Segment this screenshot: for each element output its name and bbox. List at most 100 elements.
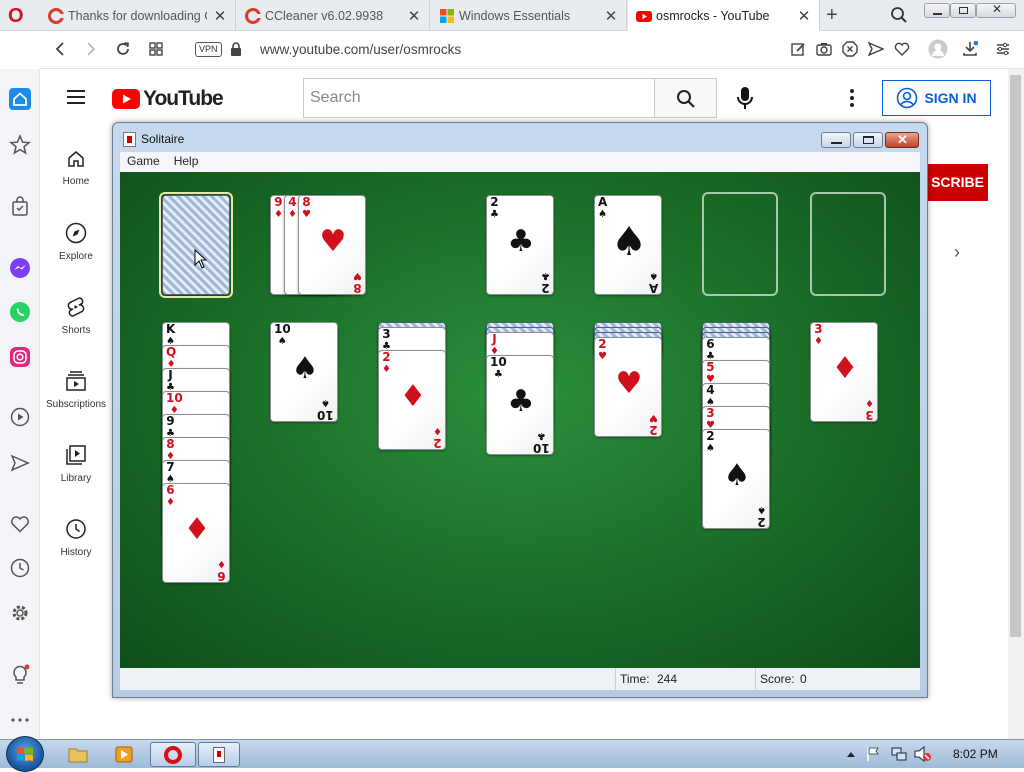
tableau-card[interactable]: 10 ♣ ♣ 10 ♣ bbox=[486, 355, 554, 455]
show-hidden-icons-icon[interactable] bbox=[846, 750, 856, 758]
close-tab-icon[interactable]: ✕ bbox=[213, 7, 227, 25]
ad-block-icon[interactable] bbox=[842, 41, 858, 57]
hamburger-menu-icon[interactable] bbox=[66, 88, 86, 106]
waste-card[interactable]: 8 ♥ ♥ 8 ♥ bbox=[298, 195, 366, 295]
lock-icon[interactable] bbox=[230, 42, 242, 57]
library-icon bbox=[66, 445, 86, 465]
tableau-card[interactable]: 2 ♠ ♠ 2 ♠ bbox=[702, 429, 770, 529]
home-icon bbox=[68, 151, 84, 167]
taskbar-solitaire[interactable] bbox=[198, 742, 240, 767]
subscribe-button[interactable]: SCRIBE bbox=[920, 164, 988, 201]
tab-windows-essentials[interactable]: Windows Essentials ✕ bbox=[431, 0, 627, 31]
reload-icon[interactable] bbox=[115, 41, 131, 57]
minimize-button[interactable] bbox=[821, 132, 851, 148]
send-icon[interactable] bbox=[868, 41, 884, 57]
close-tab-icon[interactable]: ✕ bbox=[797, 7, 811, 25]
download-icon[interactable] bbox=[962, 41, 978, 57]
opera-logo-icon[interactable]: O bbox=[8, 6, 30, 26]
maximize-button[interactable] bbox=[950, 3, 976, 18]
close-button[interactable]: ✕ bbox=[885, 132, 919, 148]
send-icon[interactable] bbox=[9, 452, 31, 474]
settings-gear-icon[interactable] bbox=[9, 602, 31, 624]
vpn-badge[interactable]: VPN bbox=[195, 42, 222, 57]
minimize-button[interactable] bbox=[924, 3, 950, 18]
foundation-empty-slot[interactable] bbox=[702, 192, 778, 296]
sign-in-button[interactable]: SIGN IN bbox=[882, 80, 991, 116]
speed-dial-icon[interactable] bbox=[148, 41, 164, 57]
youtube-logo[interactable]: YouTube bbox=[112, 87, 224, 111]
tableau-card[interactable]: 10 ♠ ♠ 10 ♠ bbox=[270, 322, 338, 422]
profile-avatar-icon[interactable] bbox=[928, 39, 948, 59]
tab-search-icon[interactable] bbox=[890, 6, 908, 24]
scrollbar-thumb[interactable] bbox=[1010, 75, 1021, 637]
foundation-card[interactable]: A ♠ ♠ A ♠ bbox=[594, 195, 662, 295]
tableau-card[interactable]: 6 ♦ ♦ 6 ♦ bbox=[162, 483, 230, 583]
card-corner-label: 2 ♣ bbox=[541, 270, 550, 295]
menu-help[interactable]: Help bbox=[167, 152, 206, 168]
microphone-icon[interactable] bbox=[736, 86, 754, 110]
foundation-empty-slot[interactable] bbox=[810, 192, 886, 296]
compass-icon bbox=[65, 222, 87, 244]
nav-subscriptions[interactable]: Subscriptions bbox=[40, 370, 112, 410]
url-text[interactable]: www.youtube.com/user/osmrocks bbox=[260, 42, 461, 57]
search-button[interactable] bbox=[654, 78, 717, 118]
game-table: 9 ♦ 4 ♦ 8 ♥ ♥ 8 ♥ 2 ♣ ♣ 2 ♣ A ♠ ♠ A ♠ K ♠ Q ♦ J ♣ 10 ♦ 9 ♣ 8 ♦ 7 ♠ 6 ♦ ♦ 6 ♦ 1… bbox=[120, 172, 920, 668]
easy-setup-icon[interactable] bbox=[995, 41, 1011, 57]
time-value: 244 bbox=[657, 672, 678, 686]
messenger-icon[interactable] bbox=[9, 257, 31, 279]
tab-ccleaner[interactable]: CCleaner v6.02.9938 ✕ bbox=[237, 0, 430, 31]
card-corner-label: 2 ♠ bbox=[706, 429, 715, 454]
star-icon[interactable] bbox=[9, 134, 31, 156]
new-tab-button[interactable]: + bbox=[826, 4, 838, 27]
edit-icon[interactable] bbox=[790, 41, 806, 57]
card-corner-label: 5 ♥ bbox=[706, 360, 715, 385]
folder-icon bbox=[68, 748, 88, 763]
back-arrow-icon[interactable] bbox=[54, 41, 66, 57]
more-vertical-icon[interactable] bbox=[848, 88, 856, 108]
taskbar-opera[interactable] bbox=[150, 742, 196, 767]
windows-icon bbox=[440, 8, 454, 23]
tableau-card[interactable]: 3 ♦ ♦ 3 ♦ bbox=[810, 322, 878, 422]
forward-arrow-icon[interactable] bbox=[85, 41, 97, 57]
card-corner-label: 10 ♣ bbox=[490, 355, 507, 380]
foundation-card[interactable]: 2 ♣ ♣ 2 ♣ bbox=[486, 195, 554, 295]
player-icon[interactable] bbox=[9, 406, 31, 428]
card-corner-label: 7 ♠ bbox=[166, 460, 175, 485]
tab-thanks-for-downloading[interactable]: Thanks for downloading C ✕ bbox=[40, 0, 236, 31]
nav-home[interactable]: Home bbox=[40, 149, 112, 187]
menu-game[interactable]: Game bbox=[120, 152, 167, 168]
clock[interactable]: 8:02 PM bbox=[953, 747, 998, 761]
lightbulb-icon[interactable] bbox=[9, 664, 31, 686]
nav-shorts[interactable]: Shorts bbox=[40, 296, 112, 336]
windows-logo-icon bbox=[17, 747, 33, 761]
close-tab-icon[interactable]: ✕ bbox=[604, 7, 618, 25]
close-window-button[interactable]: ✕ bbox=[976, 2, 1016, 18]
nav-history[interactable]: History bbox=[40, 518, 112, 558]
whatsapp-icon[interactable] bbox=[9, 301, 31, 323]
taskbar-explorer[interactable] bbox=[58, 742, 98, 767]
more-options-icon[interactable] bbox=[9, 709, 31, 731]
network-icon[interactable] bbox=[891, 746, 907, 762]
history-icon[interactable] bbox=[9, 557, 31, 579]
close-tab-icon[interactable]: ✕ bbox=[407, 7, 421, 25]
nav-explore[interactable]: Explore bbox=[40, 222, 112, 262]
chevron-right-icon[interactable]: › bbox=[954, 242, 960, 263]
taskbar-media-player[interactable] bbox=[104, 742, 144, 767]
shopping-bag-icon[interactable] bbox=[9, 195, 31, 217]
volume-muted-icon[interactable] bbox=[914, 746, 932, 762]
start-button[interactable] bbox=[6, 736, 44, 772]
camera-icon[interactable] bbox=[816, 41, 832, 57]
heart-icon[interactable] bbox=[9, 513, 31, 535]
heart-icon[interactable] bbox=[894, 41, 910, 57]
home-icon[interactable] bbox=[9, 88, 31, 110]
search-input[interactable]: Search bbox=[303, 78, 655, 118]
nav-library[interactable]: Library bbox=[40, 444, 112, 484]
tableau-card[interactable]: 2 ♥ ♥ 2 ♥ bbox=[594, 337, 662, 437]
action-center-flag-icon[interactable] bbox=[866, 746, 880, 762]
tab-osmrocks-youtube[interactable]: osmrocks - YouTube ✕ bbox=[628, 0, 820, 31]
stock-pile[interactable] bbox=[162, 195, 230, 295]
card-corner-label: 3 ♥ bbox=[706, 406, 715, 431]
tableau-card[interactable]: 2 ♦ ♦ 2 ♦ bbox=[378, 350, 446, 450]
maximize-button[interactable] bbox=[853, 132, 883, 148]
instagram-icon[interactable] bbox=[9, 346, 31, 368]
